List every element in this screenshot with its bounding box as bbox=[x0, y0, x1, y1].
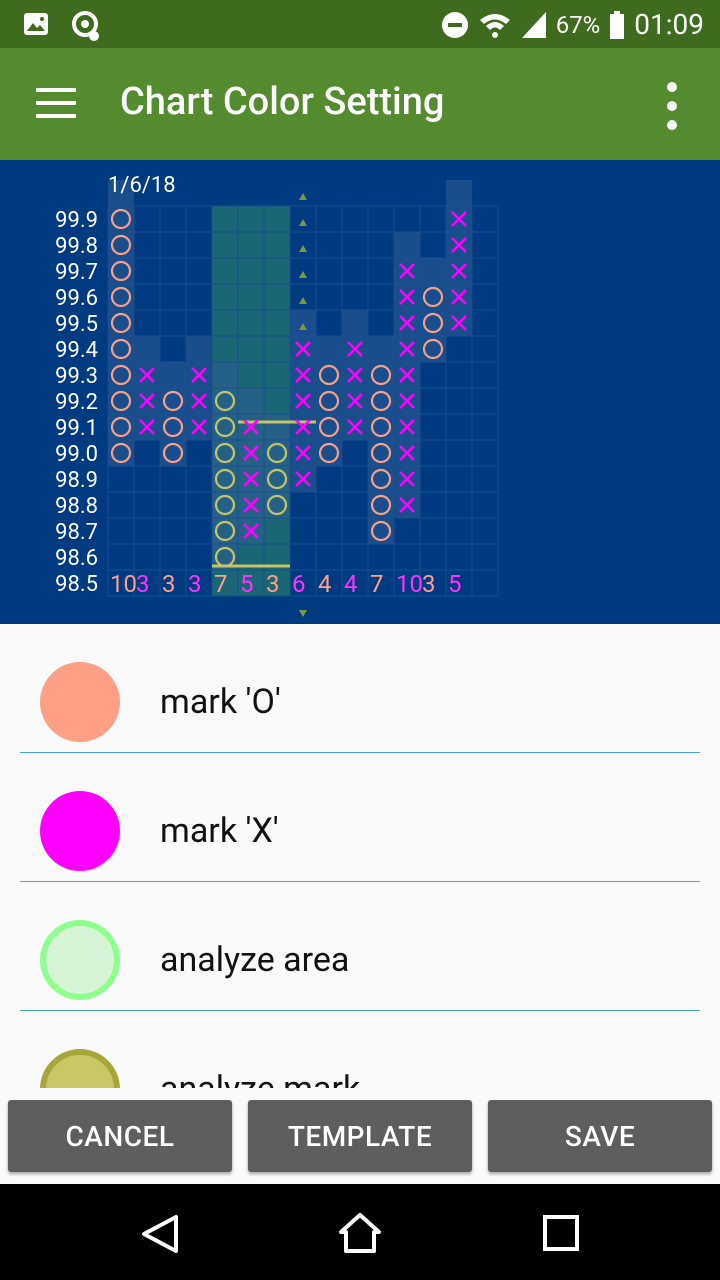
status-right: 67% 01:09 bbox=[440, 8, 704, 41]
price-label: 99.7 bbox=[55, 260, 98, 285]
dnd-icon bbox=[441, 11, 468, 38]
color-swatch-mark-x[interactable] bbox=[40, 791, 120, 871]
setting-label-mark-o: mark 'O' bbox=[160, 682, 281, 722]
trend-arrow-up bbox=[299, 219, 307, 226]
price-label: 99.9 bbox=[55, 208, 98, 233]
column-count-label: 7 bbox=[370, 570, 384, 598]
template-button[interactable]: TEMPLATE bbox=[248, 1100, 472, 1172]
app-bar: Chart Color Setting bbox=[0, 48, 720, 160]
color-settings-list[interactable]: mark 'O' mark 'X' analyze area analyze m… bbox=[0, 624, 720, 1088]
column-count-label: 10 bbox=[110, 570, 137, 598]
home-icon[interactable] bbox=[338, 1212, 382, 1254]
setting-label-analyze-area: analyze area bbox=[160, 940, 350, 980]
column-count-label: 3 bbox=[266, 570, 280, 598]
column-count-label: 5 bbox=[448, 570, 462, 598]
column-count-label: 4 bbox=[318, 570, 332, 598]
signal-icon bbox=[521, 11, 546, 38]
price-label: 99.4 bbox=[55, 338, 98, 363]
status-bar: 67% 01:09 bbox=[0, 0, 720, 48]
column-count-label: 6 bbox=[292, 570, 306, 598]
column-count-label: 3 bbox=[136, 570, 150, 598]
price-label: 99.5 bbox=[55, 312, 98, 337]
price-label: 98.7 bbox=[55, 520, 98, 545]
recents-square-icon[interactable] bbox=[542, 1214, 580, 1252]
price-label: 99.3 bbox=[55, 364, 98, 389]
image-icon bbox=[24, 13, 48, 35]
column-count-label: 3 bbox=[162, 570, 176, 598]
sync-icon bbox=[72, 11, 99, 41]
trend-arrow-down bbox=[299, 610, 307, 617]
battery-icon bbox=[610, 10, 625, 39]
color-swatch-analyze-mark[interactable] bbox=[40, 1049, 120, 1088]
system-nav-bar bbox=[0, 1184, 720, 1280]
price-label: 98.5 bbox=[55, 572, 98, 597]
chart-date-label: 1/6/18 bbox=[108, 173, 176, 198]
clock: 01:09 bbox=[634, 8, 704, 41]
trend-arrow-up bbox=[299, 193, 307, 200]
save-button[interactable]: SAVE bbox=[488, 1100, 712, 1172]
column-count-label: 4 bbox=[344, 570, 358, 598]
setting-analyze-mark[interactable]: analyze mark bbox=[0, 1011, 720, 1088]
trend-arrow-up bbox=[299, 297, 307, 304]
trend-arrow-up bbox=[299, 245, 307, 252]
price-label: 99.6 bbox=[55, 286, 98, 311]
price-label: 98.9 bbox=[55, 468, 98, 493]
column-count-label: 3 bbox=[422, 570, 436, 598]
setting-label-mark-x: mark 'X' bbox=[160, 811, 279, 851]
wifi-icon bbox=[479, 13, 510, 38]
column-count-label: 7 bbox=[214, 570, 228, 598]
status-left-icons bbox=[22, 10, 104, 44]
setting-mark-o[interactable]: mark 'O' bbox=[0, 624, 720, 753]
trend-arrow-up bbox=[299, 271, 307, 278]
hamburger-menu-icon[interactable] bbox=[36, 88, 76, 120]
column-count-label: 3 bbox=[188, 570, 202, 598]
column-count-label: 10 bbox=[396, 570, 423, 598]
setting-analyze-area[interactable]: analyze area bbox=[0, 882, 720, 1011]
price-label: 98.8 bbox=[55, 494, 98, 519]
price-label: 99.2 bbox=[55, 390, 98, 415]
page-title: Chart Color Setting bbox=[120, 80, 445, 124]
cancel-button[interactable]: CANCEL bbox=[8, 1100, 232, 1172]
color-swatch-analyze-area[interactable] bbox=[40, 920, 120, 1000]
column-count-label: 5 bbox=[240, 570, 254, 598]
overflow-menu-icon[interactable] bbox=[660, 82, 684, 130]
point-figure-chart: 99.999.899.799.699.599.499.399.299.199.0… bbox=[55, 173, 499, 617]
price-label: 99.1 bbox=[55, 416, 98, 441]
battery-percent: 67% bbox=[555, 10, 601, 39]
chart-preview: 99.9 99.8 99.7 99.6 99.5 99.4 99.3 99.2 99.1 99.0… bbox=[0, 160, 720, 624]
price-label: 98.6 bbox=[55, 546, 98, 571]
price-label: 99.0 bbox=[55, 442, 98, 467]
setting-label-analyze-mark: analyze mark bbox=[160, 1069, 360, 1088]
price-label: 99.8 bbox=[55, 234, 98, 259]
setting-mark-x[interactable]: mark 'X' bbox=[0, 753, 720, 882]
color-swatch-mark-o[interactable] bbox=[40, 662, 120, 742]
back-triangle-icon[interactable] bbox=[138, 1214, 182, 1254]
action-button-bar: CANCEL TEMPLATE SAVE bbox=[0, 1088, 720, 1184]
